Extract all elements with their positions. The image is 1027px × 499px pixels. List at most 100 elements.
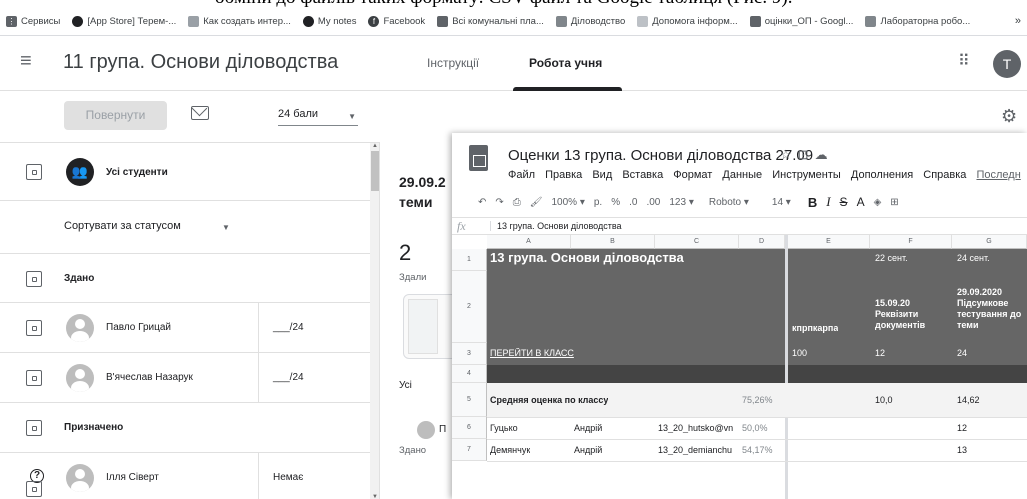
row-header[interactable]: 6: [452, 417, 487, 439]
frozen-column-divider[interactable]: [785, 235, 788, 499]
menu-help[interactable]: Справка: [923, 169, 966, 181]
max-points-cell[interactable]: 100: [792, 348, 807, 358]
paint-format-icon[interactable]: 🖌: [530, 197, 543, 208]
menu-tools[interactable]: Инструменты: [772, 169, 841, 181]
column-header[interactable]: F: [870, 235, 952, 249]
column-header[interactable]: A: [487, 235, 571, 249]
grade-cell[interactable]: 12: [957, 423, 967, 433]
email-cell[interactable]: 13_20_hutsko@vn: [658, 423, 738, 433]
student-row[interactable]: В'ячеслав Назарук ___/24: [0, 353, 370, 403]
average-cell[interactable]: 10,0: [875, 395, 893, 405]
bookmark-my-notes[interactable]: My notes: [302, 16, 356, 27]
settings-gear-icon[interactable]: ⚙: [1001, 106, 1017, 127]
checkbox-icon[interactable]: [26, 271, 42, 287]
sort-row[interactable]: Сортувати за статусом ▼: [0, 201, 370, 253]
return-button[interactable]: Повернути: [64, 101, 167, 130]
percent-cell[interactable]: 50,0%: [742, 423, 768, 433]
row-header[interactable]: 5: [452, 383, 487, 417]
bookmark-services[interactable]: ⋮ Сервисы: [6, 16, 60, 27]
account-avatar[interactable]: Т: [993, 50, 1021, 78]
max-points-cell[interactable]: 24: [957, 348, 967, 358]
menu-insert[interactable]: Вставка: [622, 169, 663, 181]
sheet-grid[interactable]: A B C D E F G 1 2 3 4 5 6 7 13 група. Ос…: [452, 235, 1027, 499]
grade-cell[interactable]: ___/24: [258, 353, 304, 402]
scroll-up-icon[interactable]: ▲: [372, 143, 378, 149]
font-select[interactable]: Roboto ▾: [709, 197, 749, 208]
text-color-button[interactable]: A: [857, 195, 865, 209]
column-header[interactable]: G: [952, 235, 1027, 249]
column-header[interactable]: C: [655, 235, 739, 249]
checkbox-icon[interactable]: [26, 320, 42, 336]
row-header[interactable]: 2: [452, 271, 487, 343]
column-header[interactable]: D: [739, 235, 785, 249]
menu-format[interactable]: Формат: [673, 169, 712, 181]
course-title[interactable]: 11 група. Основи діловодства: [63, 51, 338, 74]
more-formats[interactable]: 123 ▾: [669, 197, 693, 208]
row-header[interactable]: 7: [452, 439, 487, 461]
column-header[interactable]: E: [788, 235, 870, 249]
surname-cell[interactable]: Демянчук: [490, 445, 530, 455]
header-cell-g2[interactable]: 29.09.2020 Підсумкове тестування до теми: [957, 287, 1027, 331]
go-to-class-link[interactable]: ПЕРЕЙТИ В КЛАСС: [490, 348, 574, 358]
formula-bar[interactable]: fx 13 група. Основи діловодства: [452, 217, 1027, 235]
date-cell[interactable]: 24 сент.: [957, 253, 990, 263]
menu-file[interactable]: Файл: [508, 169, 535, 181]
sheets-logo-icon[interactable]: [469, 145, 488, 171]
header-cell-f2[interactable]: 15.09.20 Реквізити документів: [875, 298, 950, 331]
percent-format[interactable]: %: [611, 197, 620, 208]
scroll-down-icon[interactable]: ▼: [372, 494, 378, 499]
grade-cell[interactable]: ___/24: [258, 303, 304, 352]
bookmark-utilities[interactable]: Всі комунальні пла...: [437, 16, 544, 27]
grade-cell[interactable]: Немає: [258, 453, 303, 499]
font-size-select[interactable]: 14 ▾: [772, 197, 791, 208]
increase-decimal[interactable]: .00: [646, 197, 660, 208]
redo-icon[interactable]: ↷: [495, 197, 503, 208]
star-icon[interactable]: ☆: [780, 147, 798, 162]
row-header[interactable]: 3: [452, 343, 487, 365]
max-points-cell[interactable]: 12: [875, 348, 885, 358]
average-percent-cell[interactable]: 75,26%: [742, 395, 773, 405]
firstname-cell[interactable]: Андрій: [574, 445, 602, 455]
date-cell[interactable]: 22 сент.: [875, 253, 908, 263]
spreadsheet-title[interactable]: Оценки 13 група. Основи діловодства 27.0…: [508, 147, 813, 164]
email-cell[interactable]: 13_20_demianchu: [658, 445, 738, 455]
all-students-row[interactable]: 👥 Усі студенти: [0, 143, 370, 201]
points-select[interactable]: 24 бали ▼: [278, 104, 358, 126]
bookmark-appstore[interactable]: [App Store] Терем-...: [72, 16, 176, 27]
menu-edit[interactable]: Правка: [545, 169, 582, 181]
menu-view[interactable]: Вид: [592, 169, 612, 181]
bookmark-how-to-create[interactable]: Как создать интер...: [188, 16, 291, 27]
tab-student-work[interactable]: Робота учня: [529, 56, 602, 70]
average-cell[interactable]: 14,62: [957, 395, 980, 405]
row-header[interactable]: 4: [452, 365, 487, 383]
email-icon[interactable]: [191, 106, 209, 120]
currency-format[interactable]: р.: [594, 197, 602, 208]
all-filter-label[interactable]: Усі: [399, 380, 412, 391]
bookmark-office-work[interactable]: Діловодство: [555, 16, 625, 27]
menu-icon[interactable]: ≡: [20, 50, 42, 72]
strikethrough-button[interactable]: S: [840, 195, 848, 209]
fill-color-icon[interactable]: ◈: [874, 197, 882, 208]
column-header[interactable]: B: [571, 235, 655, 249]
print-icon[interactable]: ⎙: [513, 197, 521, 208]
surname-cell[interactable]: Гуцько: [490, 423, 518, 433]
scrollbar-thumb[interactable]: [371, 151, 379, 191]
row-header[interactable]: 1: [452, 249, 487, 271]
bookmark-lab-work[interactable]: Лабораторна робо...: [865, 16, 970, 27]
student-row[interactable]: ? Ілля Сіверт Немає: [0, 453, 370, 499]
section-assigned[interactable]: Призначено: [0, 403, 370, 453]
undo-icon[interactable]: ↶: [478, 197, 486, 208]
menu-addons[interactable]: Дополнения: [851, 169, 913, 181]
bold-button[interactable]: B: [808, 195, 817, 210]
italic-button[interactable]: I: [826, 194, 830, 210]
bookmark-facebook[interactable]: f Facebook: [368, 16, 425, 27]
last-edit-link[interactable]: Последн: [976, 169, 1020, 181]
bookmark-grades-sheet[interactable]: оцінки_ОП - Googl...: [749, 16, 853, 27]
borders-icon[interactable]: ⊞: [890, 197, 898, 208]
average-label-cell[interactable]: Средняя оценка по классу: [490, 395, 608, 405]
grade-cell[interactable]: 13: [957, 445, 967, 455]
student-row[interactable]: Павло Грицай ___/24: [0, 303, 370, 353]
percent-cell[interactable]: 54,17%: [742, 445, 773, 455]
cloud-status-icon[interactable]: ☁: [815, 147, 834, 162]
checkbox-icon[interactable]: [26, 420, 42, 436]
